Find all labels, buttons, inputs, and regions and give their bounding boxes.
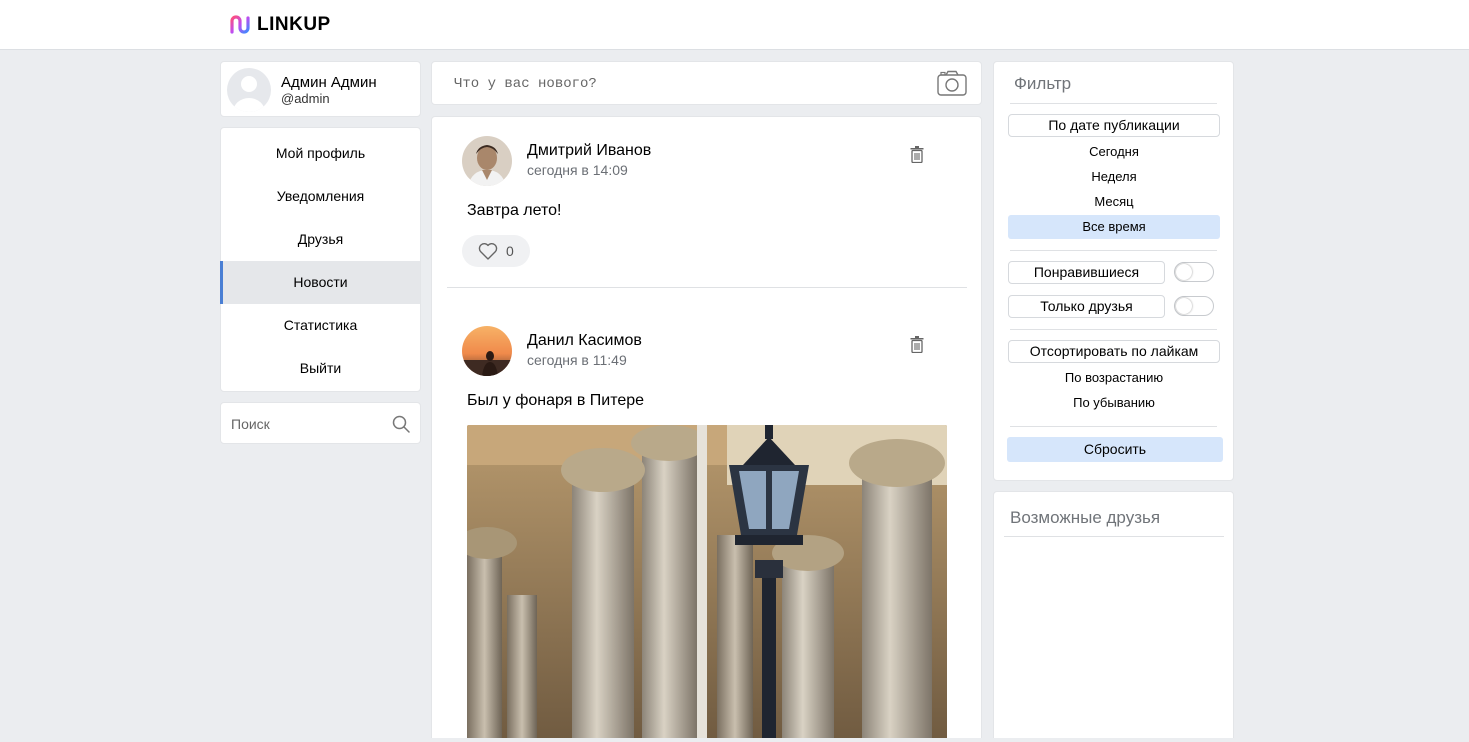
divider — [1010, 103, 1217, 104]
post-author-avatar[interactable] — [462, 136, 512, 186]
post: Данил Касимов сегодня в 11:49 Был у фона… — [432, 307, 981, 738]
post-time: сегодня в 14:09 — [527, 162, 628, 178]
possible-friends-panel: Возможные друзья — [993, 491, 1234, 738]
post-photo — [467, 425, 947, 738]
divider — [1010, 426, 1217, 427]
compose-box — [431, 61, 982, 105]
sidebar-item-logout[interactable]: Выйти — [221, 347, 420, 390]
date-option-today[interactable]: Сегодня — [1008, 140, 1220, 164]
sidebar-item-my-profile[interactable]: Мой профиль — [221, 132, 420, 175]
filter-title: Фильтр — [1014, 74, 1072, 93]
post-image[interactable] — [467, 425, 947, 738]
sort-option-ascending[interactable]: По возрастанию — [1008, 366, 1220, 390]
heart-icon — [478, 243, 498, 260]
post-time: сегодня в 11:49 — [527, 352, 627, 368]
search-icon[interactable] — [392, 415, 410, 433]
sort-by-likes-button[interactable]: Отсортировать по лайкам — [1008, 340, 1220, 363]
filter-by-date-button[interactable]: По дате публикации — [1008, 114, 1220, 137]
profile-name: Админ Админ — [281, 74, 377, 91]
trash-icon[interactable] — [910, 146, 924, 163]
sidebar-item-news[interactable]: Новости — [220, 261, 420, 304]
sidebar-item-notifications[interactable]: Уведомления — [221, 175, 420, 218]
possible-friends-title: Возможные друзья — [1010, 508, 1161, 527]
logo[interactable]: LINKUP — [229, 14, 331, 36]
date-option-all-time[interactable]: Все время — [1008, 215, 1220, 239]
sidebar-nav: Мой профиль Уведомления Друзья Новости С… — [220, 127, 421, 392]
divider — [1010, 329, 1217, 330]
logo-icon — [230, 15, 250, 34]
post-text: Завтра лето! — [467, 202, 562, 219]
divider — [1004, 536, 1224, 537]
sidebar-item-statistics[interactable]: Статистика — [221, 304, 420, 347]
trash-icon[interactable] — [910, 336, 924, 353]
logo-text: LINKUP — [257, 14, 331, 35]
search-box — [220, 402, 421, 444]
profile-card[interactable]: Админ Админ @admin — [220, 61, 421, 117]
post-author-name[interactable]: Данил Касимов — [527, 332, 642, 350]
post: Дмитрий Иванов сегодня в 14:09 Завтра ле… — [432, 117, 981, 289]
profile-handle: @admin — [281, 91, 330, 106]
date-option-month[interactable]: Месяц — [1008, 190, 1220, 214]
reset-button[interactable]: Сбросить — [1007, 437, 1223, 462]
friends-only-toggle[interactable] — [1174, 296, 1214, 316]
user-placeholder-icon — [233, 76, 265, 112]
compose-input[interactable] — [454, 74, 914, 94]
date-option-week[interactable]: Неделя — [1008, 165, 1220, 189]
filter-panel: Фильтр По дате публикации Сегодня Неделя… — [993, 61, 1234, 481]
post-author-name[interactable]: Дмитрий Иванов — [527, 142, 651, 160]
top-bar: LINKUP — [0, 0, 1469, 50]
like-button[interactable]: 0 — [462, 235, 530, 267]
search-input[interactable] — [231, 414, 381, 434]
post-author-avatar[interactable] — [462, 326, 512, 376]
avatar-photo — [462, 136, 512, 186]
sidebar-item-friends[interactable]: Друзья — [221, 218, 420, 261]
avatar-photo — [462, 326, 512, 376]
news-feed: Дмитрий Иванов сегодня в 14:09 Завтра ле… — [431, 116, 982, 738]
post-divider — [447, 287, 967, 288]
post-text: Был у фонаря в Питере — [467, 392, 645, 409]
camera-icon[interactable] — [937, 70, 967, 96]
liked-filter-button[interactable]: Понравившиеся — [1008, 261, 1165, 284]
like-count: 0 — [506, 243, 514, 259]
liked-toggle[interactable] — [1174, 262, 1214, 282]
friends-only-filter-button[interactable]: Только друзья — [1008, 295, 1165, 318]
divider — [1010, 250, 1217, 251]
avatar — [227, 68, 271, 112]
sort-option-descending[interactable]: По убыванию — [1008, 391, 1220, 415]
